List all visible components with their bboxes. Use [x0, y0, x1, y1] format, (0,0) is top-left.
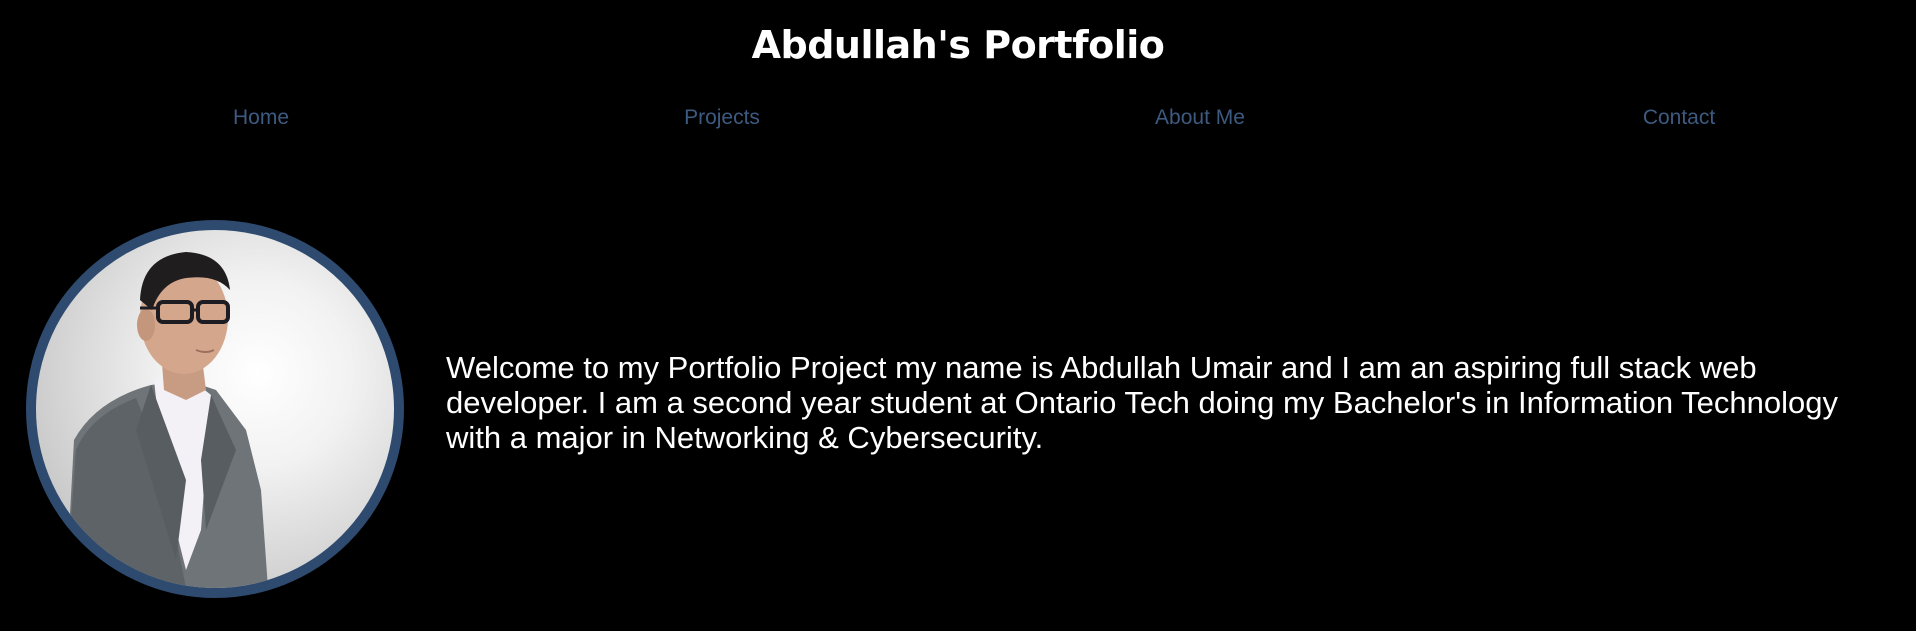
nav-link-home[interactable]: Home: [233, 103, 289, 133]
nav-link-contact[interactable]: Contact: [1643, 103, 1715, 133]
intro-paragraph: Welcome to my Portfolio Project my name …: [446, 350, 1838, 455]
nav-link-projects[interactable]: Projects: [684, 103, 760, 133]
profile-portrait-illustration: [66, 252, 268, 588]
main-nav: Home Projects About Me Contact: [0, 103, 1916, 133]
hero-section: Welcome to my Portfolio Project my name …: [0, 200, 1916, 631]
site-header: Abdullah's Portfolio: [0, 0, 1916, 90]
profile-photo: [26, 220, 404, 598]
nav-link-about-me[interactable]: About Me: [1155, 103, 1245, 133]
page-title: Abdullah's Portfolio: [751, 23, 1165, 67]
